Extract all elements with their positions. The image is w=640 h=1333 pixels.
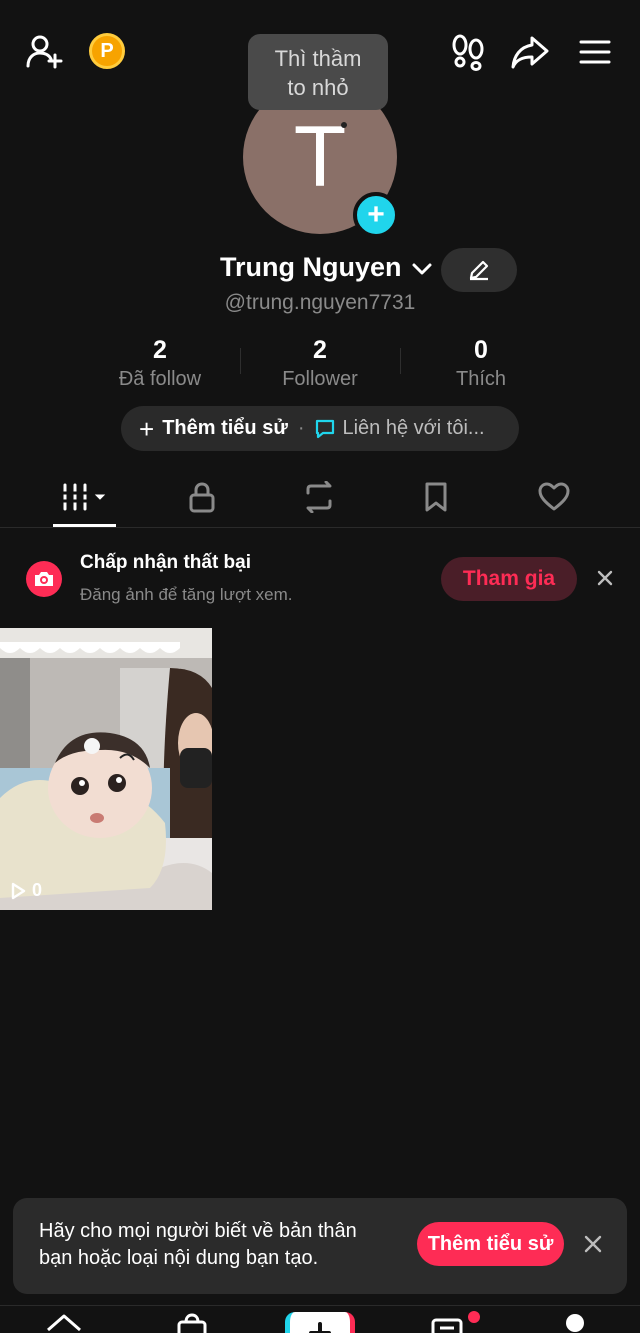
view-count: 0: [32, 880, 43, 900]
repost-icon: [306, 481, 332, 513]
pencil-icon: [469, 260, 489, 281]
bio-separator: ·: [297, 417, 305, 439]
nav-shop[interactable]: [162, 1312, 222, 1333]
share-icon[interactable]: [508, 30, 552, 74]
plus-icon: [309, 1322, 331, 1333]
chat-icon: [316, 419, 335, 438]
stat-likes-value: 0: [474, 336, 488, 364]
nav-home[interactable]: [34, 1312, 94, 1333]
edit-profile-button[interactable]: [441, 248, 517, 292]
tab-saved[interactable]: [372, 466, 500, 528]
profile-name-button[interactable]: Trung Nguyen: [220, 252, 433, 283]
avatar-letter: T: [293, 108, 347, 205]
challenge-title: Chấp nhận thất bại: [80, 552, 251, 573]
chevron-down-icon: [412, 263, 432, 275]
notification-dot: [468, 1311, 480, 1323]
stat-following-label: Đã follow: [118, 368, 202, 390]
profile-handle: @trung.nguyen7731: [224, 291, 416, 314]
stat-following[interactable]: 2 Đã follow: [80, 336, 240, 391]
tab-liked[interactable]: [490, 466, 618, 528]
stat-likes[interactable]: 0 Thích: [401, 336, 561, 391]
toast-line-2: bạn hoặc loại nội dung bạn tạo.: [39, 1247, 319, 1269]
add-bio-label[interactable]: Thêm tiểu sử: [162, 417, 288, 440]
video-view-count: 0: [10, 880, 42, 901]
person-add-icon[interactable]: [22, 30, 66, 74]
tab-private[interactable]: [138, 466, 266, 528]
camera-icon: [26, 561, 62, 597]
toast-message: Hãy cho mọi người biết về bản thân bạn h…: [39, 1218, 399, 1272]
tab-reposts[interactable]: [255, 466, 383, 528]
create-button[interactable]: [285, 1312, 355, 1333]
toast-line-1: Hãy cho mọi người biết về bản thân: [39, 1220, 357, 1242]
tab-videos[interactable]: [21, 466, 149, 528]
bio-pill[interactable]: + Thêm tiểu sử · Liên hệ với tôi...: [121, 406, 519, 451]
grid-icon: [60, 483, 106, 511]
stat-following-value: 2: [153, 336, 167, 364]
bubble-pointer: [341, 122, 347, 128]
close-icon[interactable]: [578, 1229, 608, 1259]
footprints-icon[interactable]: [446, 30, 490, 74]
lock-icon: [189, 482, 215, 513]
heart-icon: [538, 482, 570, 511]
plus-icon: +: [139, 413, 155, 444]
hamburger-menu-icon[interactable]: [573, 30, 617, 74]
close-icon[interactable]: [590, 563, 620, 593]
bubble-line-2: to nhỏ: [287, 75, 349, 100]
bookmark-icon: [425, 482, 447, 512]
challenge-subtitle: Đăng ảnh để tăng lượt xem.: [80, 585, 293, 604]
join-challenge-button[interactable]: Tham gia: [441, 557, 577, 601]
video-thumbnail[interactable]: [0, 628, 212, 910]
stat-followers-value: 2: [313, 336, 327, 364]
profile-icon: [566, 1314, 584, 1332]
active-tab-indicator: [53, 524, 116, 527]
contact-label[interactable]: Liên hệ với tôi...: [342, 417, 484, 440]
nav-profile[interactable]: [545, 1312, 605, 1333]
inbox-icon: [431, 1318, 463, 1333]
add-avatar-button[interactable]: +: [353, 192, 399, 238]
bubble-line-1: Thì thầm: [274, 46, 362, 71]
shopping-bag-icon: [177, 1313, 207, 1333]
stat-followers[interactable]: 2 Follower: [240, 336, 400, 391]
stat-likes-label: Thích: [455, 368, 507, 390]
coin-icon: P: [89, 33, 125, 69]
plus-icon: +: [367, 198, 385, 231]
play-icon: [11, 882, 26, 899]
coin-button[interactable]: P: [89, 33, 125, 69]
stat-followers-label: Follower: [282, 368, 358, 390]
whisper-bubble[interactable]: Thì thầm to nhỏ: [248, 34, 388, 110]
profile-name: Trung Nguyen: [220, 252, 402, 282]
home-icon: [47, 1314, 81, 1332]
profile-tabs: [0, 466, 640, 528]
add-bio-button[interactable]: Thêm tiểu sử: [417, 1222, 564, 1266]
